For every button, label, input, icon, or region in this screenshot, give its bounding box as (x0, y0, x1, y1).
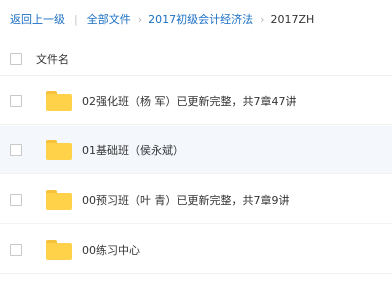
breadcrumb: 返回上一级 | 全部文件 › 2017初级会计经济法 › 2017ZH (0, 0, 392, 38)
row-checkbox[interactable] (10, 94, 22, 107)
row-checkbox[interactable] (10, 243, 22, 256)
folder-name[interactable]: 01基础班（侯永斌） (82, 142, 184, 158)
row-checkbox[interactable] (10, 193, 22, 206)
folder-icon (46, 189, 72, 210)
folder-icon (46, 239, 72, 260)
list-header: 文件名 (0, 42, 392, 76)
list-item[interactable]: 01基础班（侯永斌） (0, 126, 392, 174)
folder-name[interactable]: 00练习中心 (82, 242, 140, 258)
file-browser: 返回上一级 | 全部文件 › 2017初级会计经济法 › 2017ZH 文件名 … (0, 0, 392, 292)
list-item[interactable]: 02强化班（杨 军）已更新完整，共7章47讲 (0, 77, 392, 125)
breadcrumb-separator: | (74, 12, 78, 26)
select-all-checkbox[interactable] (10, 52, 22, 65)
breadcrumb-current: 2017ZH (270, 12, 315, 26)
back-link[interactable]: 返回上一级 (10, 11, 65, 27)
folder-name[interactable]: 00预习班（叶 青）已更新完整，共7章9讲 (82, 192, 290, 208)
folder-name[interactable]: 02强化班（杨 军）已更新完整，共7章47讲 (82, 93, 297, 109)
list-item[interactable]: 00预习班（叶 青）已更新完整，共7章9讲 (0, 176, 392, 224)
chevron-right-icon: › (260, 12, 265, 26)
all-files-link[interactable]: 全部文件 (87, 11, 131, 27)
column-header-filename: 文件名 (36, 52, 69, 66)
list-item[interactable]: 00练习中心 (0, 226, 392, 274)
row-checkbox[interactable] (10, 143, 22, 156)
chevron-right-icon: › (137, 12, 143, 26)
folder-icon (46, 139, 72, 160)
folder-icon (46, 90, 72, 111)
breadcrumb-folder-link[interactable]: 2017初级会计经济法 (148, 11, 253, 27)
